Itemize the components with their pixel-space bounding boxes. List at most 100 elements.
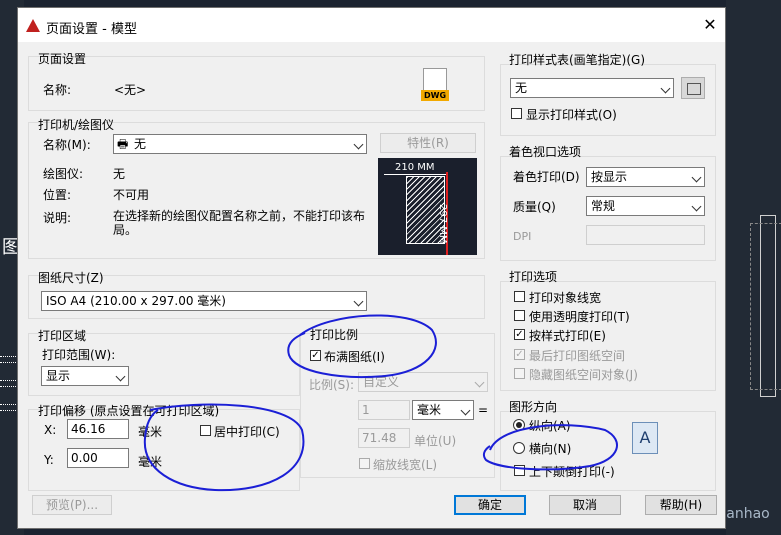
scale-lineweights-checkbox[interactable] (359, 458, 370, 469)
portrait-radio[interactable] (513, 419, 525, 431)
equals-sign: = (478, 403, 489, 417)
plotter-name-label: 名称(M): (43, 138, 91, 152)
offset-y-label: Y: (44, 453, 54, 467)
plotter-name-select[interactable]: 🖶 无 (113, 134, 367, 154)
offset-x-unit: 毫米 (138, 425, 163, 439)
plot-style-select[interactable]: 无 (510, 78, 674, 98)
offset-x-input[interactable]: 46.16 (67, 419, 129, 439)
help-button[interactable]: 帮助(H) (645, 495, 717, 515)
paper-size-value: ISO A4 (210.00 x 297.00 毫米) (46, 294, 226, 308)
cad-hatch (0, 356, 18, 363)
plot-style-group (500, 64, 716, 136)
scale-unit-value: 毫米 (417, 403, 442, 417)
paper-size-select[interactable]: ISO A4 (210.00 x 297.00 毫米) (41, 291, 367, 311)
plot-lineweights-checkbox[interactable] (514, 291, 525, 302)
offset-y-unit: 毫米 (138, 455, 163, 469)
edit-plot-style-button[interactable] (681, 77, 705, 99)
plot-range-label: 打印范围(W): (42, 348, 116, 362)
paper-size-title: 图纸尺寸(Z) (38, 271, 104, 285)
fit-to-paper-label: 布满图纸(I) (324, 350, 385, 364)
cancel-button[interactable]: 取消 (549, 495, 621, 515)
scale-denominator-input[interactable]: 71.48 (358, 428, 410, 448)
orientation-title: 图形方向 (509, 400, 558, 414)
plotter-value: 无 (113, 167, 126, 181)
page-setup-group (28, 56, 485, 111)
cad-hatch (0, 404, 18, 411)
location-label: 位置: (43, 188, 72, 202)
center-plot-checkbox[interactable] (200, 425, 211, 436)
shade-plot-label: 着色打印(D) (513, 170, 580, 184)
plot-paperspace-last-label: 最后打印图纸空间 (529, 349, 626, 363)
autocad-logo-icon (26, 19, 40, 32)
quality-value: 常规 (591, 199, 616, 213)
scale-numerator-input[interactable]: 1 (358, 400, 410, 420)
plot-style-value: 无 (515, 81, 528, 95)
plotter-title: 打印机/绘图仪 (38, 118, 115, 132)
shade-plot-value: 按显示 (591, 170, 628, 184)
plot-range-select[interactable]: 显示 (41, 366, 129, 386)
chevron-down-icon (474, 377, 485, 388)
plot-with-styles-label: 按样式打印(E) (529, 329, 606, 343)
dwg-file-icon: DWG (421, 68, 449, 102)
plotter-name-value: 无 (134, 137, 147, 151)
chevron-down-icon (660, 83, 671, 94)
offset-x-label: X: (44, 423, 57, 437)
plot-options-title: 打印选项 (509, 270, 558, 284)
dpi-label: DPI (513, 230, 532, 243)
plot-transparency-label: 使用透明度打印(T) (529, 310, 630, 324)
window-title: 页面设置 - 模型 (46, 22, 137, 37)
fit-to-paper-checkbox[interactable]: ✓ (310, 350, 321, 361)
title-bar: 页面设置 - 模型 ✕ (18, 8, 725, 42)
hide-paperspace-objects-label: 隐藏图纸空间对象(J) (529, 368, 638, 382)
landscape-radio[interactable] (513, 442, 525, 454)
chevron-down-icon (691, 172, 702, 183)
plotter-label: 绘图仪: (43, 167, 84, 181)
location-value: 不可用 (113, 188, 150, 202)
plot-scale-title: 打印比例 (310, 328, 359, 342)
edit-table-icon (687, 83, 701, 95)
landscape-label: 横向(N) (529, 442, 572, 456)
plot-area-title: 打印区域 (38, 329, 87, 343)
scale-lineweights-label: 缩放线宽(L) (373, 458, 438, 472)
offset-y-input[interactable]: 0.00 (67, 448, 129, 468)
description-value: 在选择新的绘图仪配置名称之前，不能打印该布局。 (113, 209, 366, 237)
plot-lineweights-label: 打印对象线宽 (529, 291, 602, 305)
plot-transparency-checkbox[interactable] (514, 310, 525, 321)
page-setup-dialog: 页面设置 - 模型 ✕ 页面设置 名称: <无> DWG 打印机/绘图仪 名称(… (17, 7, 726, 529)
chevron-down-icon (691, 201, 702, 212)
plot-style-title: 打印样式表(画笔指定)(G) (509, 53, 646, 67)
properties-button[interactable]: 特性(R) (380, 133, 476, 153)
scale-select[interactable]: 自定义 (358, 372, 488, 392)
quality-select[interactable]: 常规 (586, 196, 705, 216)
preview-width: 210 MM (395, 162, 435, 173)
setup-name-value: <无> (114, 83, 147, 97)
setup-name-label: 名称: (43, 83, 72, 97)
plot-range-value: 显示 (46, 369, 71, 383)
chevron-down-icon (353, 296, 364, 307)
plot-with-styles-checkbox[interactable]: ✓ (514, 329, 525, 340)
center-plot-label: 居中打印(C) (214, 425, 280, 439)
plot-paperspace-last-checkbox[interactable]: ✓ (514, 349, 525, 360)
ok-button[interactable]: 确定 (454, 495, 526, 515)
scale-value: 自定义 (363, 375, 400, 389)
chevron-down-icon (115, 371, 126, 382)
scale-label: 比例(S): (309, 378, 355, 392)
scale-unit-select[interactable]: 毫米 (412, 400, 474, 420)
dpi-input[interactable] (586, 225, 705, 245)
cad-drawing-frame-dashed (750, 223, 781, 390)
preview-height: 297 MM (437, 204, 448, 244)
quality-label: 质量(Q) (513, 200, 556, 214)
show-plot-styles-checkbox[interactable] (511, 108, 522, 119)
upside-down-checkbox[interactable] (514, 465, 525, 476)
printer-icon: 🖶 (117, 137, 129, 151)
page-setup-title: 页面设置 (38, 52, 87, 66)
preview-button[interactable]: 预览(P)... (32, 495, 112, 515)
hide-paperspace-objects-checkbox[interactable] (514, 368, 525, 379)
orientation-preview-icon: A (632, 422, 658, 454)
chevron-down-icon (353, 139, 364, 150)
show-plot-styles-label: 显示打印样式(O) (526, 108, 617, 122)
paper-preview: 210 MM 297 MM (378, 158, 477, 255)
close-button[interactable]: ✕ (701, 16, 719, 34)
shade-plot-select[interactable]: 按显示 (586, 167, 705, 187)
cad-hatch (0, 380, 18, 387)
